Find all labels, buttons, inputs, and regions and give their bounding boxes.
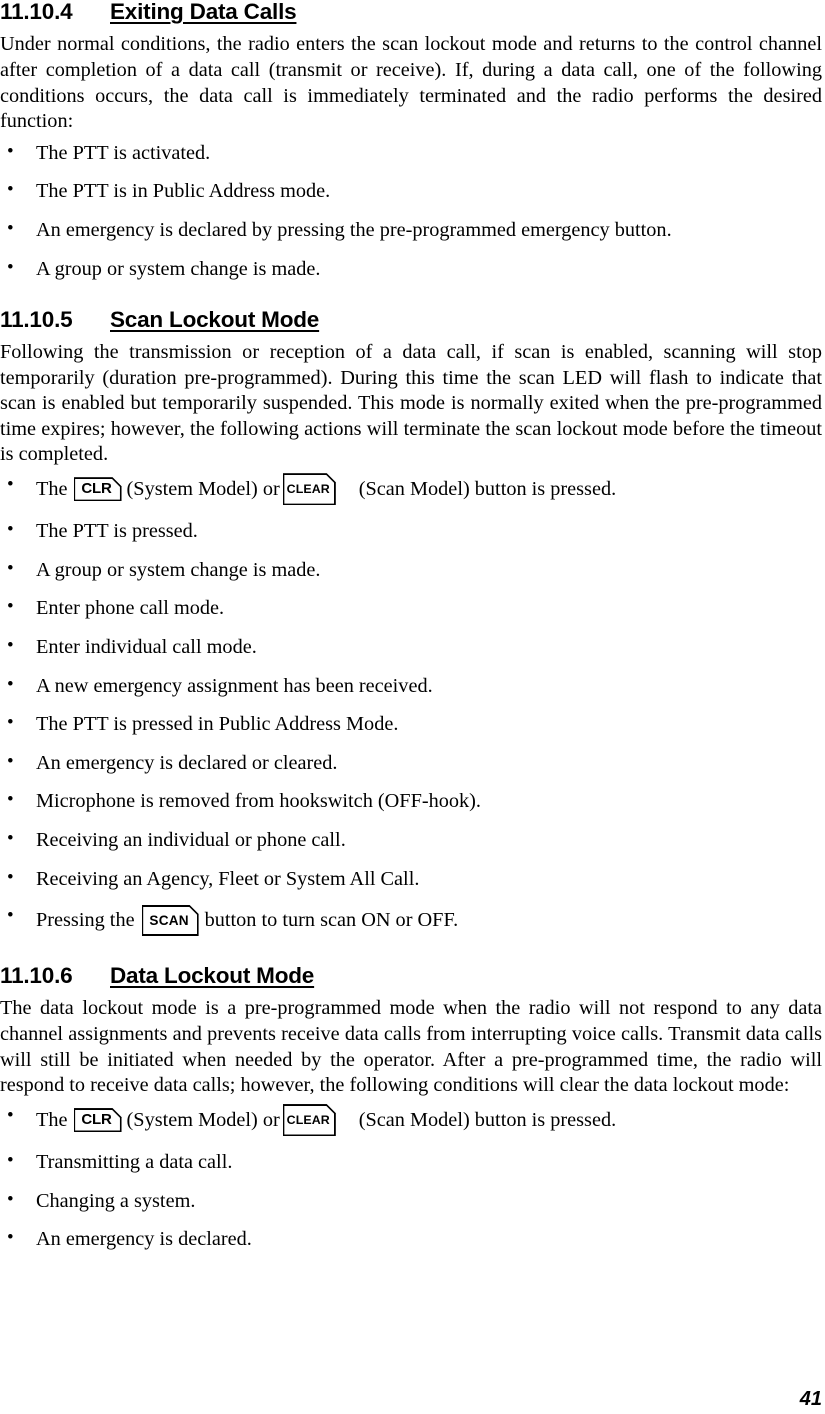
- section-paragraph-11-10-6: The data lockout mode is a pre-programme…: [0, 997, 822, 1097]
- section-number: 11.10.5: [0, 306, 73, 332]
- list-item-text-suffix: (Scan Model) button is pressed.: [358, 1108, 617, 1131]
- list-item-text-suffix: button to turn scan ON or OFF.: [204, 909, 459, 932]
- list-item: Receiving an Agency, Fleet or System All…: [0, 866, 823, 891]
- section-title: Exiting Data Calls: [110, 0, 297, 24]
- page-number: 41: [799, 1388, 822, 1410]
- list-item: The PTT is pressed in Public Address Mod…: [0, 711, 823, 736]
- list-item: The PTT is activated.: [0, 140, 823, 165]
- clr-key-label: CLR: [81, 480, 112, 498]
- list-item: An emergency is declared by pressing the…: [0, 217, 823, 242]
- section-paragraph-11-10-4: Under normal conditions, the radio enter…: [0, 33, 822, 133]
- list-item: Enter phone call mode.: [0, 595, 823, 620]
- list-item: Microphone is removed from hookswitch (O…: [0, 788, 823, 813]
- list-item: A new emergency assignment has been rece…: [0, 673, 823, 698]
- list-item: The PTT is in Public Address mode.: [0, 178, 823, 203]
- clr-key-label: CLR: [81, 1111, 112, 1129]
- section-heading-11-10-4: 11.10.4 Exiting Data Calls: [0, 0, 823, 23]
- list-item: An emergency is declared.: [0, 1226, 823, 1251]
- list-item: Receiving an individual or phone call.: [0, 827, 823, 852]
- clear-key-icon: CLEAR: [283, 1104, 336, 1136]
- list-item-scan: Pressing the SCAN button to turn scan ON o…: [0, 904, 823, 937]
- section-number: 11.10.4: [0, 0, 73, 24]
- list-item-clr-clear: The CLR (System Model) or CLEAR (Scan Model)…: [0, 1104, 823, 1137]
- scan-key-label: SCAN: [149, 913, 189, 929]
- list-item-text-prefix: The: [36, 1108, 68, 1131]
- list-item-text-prefix: The: [36, 477, 68, 500]
- section-heading-11-10-5: 11.10.5 Scan Lockout Mode: [0, 306, 823, 332]
- list-item: A group or system change is made.: [0, 256, 823, 281]
- list-item-text-middle: (System Model) or: [126, 477, 280, 500]
- list-item: A group or system change is made.: [0, 557, 823, 582]
- list-item-text-middle: (System Model) or: [126, 1108, 280, 1131]
- list-item: An emergency is declared or cleared.: [0, 750, 823, 775]
- bullet-list-11-10-6: The CLR (System Model) or CLEAR (Scan Model)…: [0, 1104, 823, 1252]
- list-item-clr-clear: The CLR (System Model) or CLEAR (Scan Model)…: [0, 473, 823, 506]
- clr-key-icon: CLR: [74, 1108, 122, 1132]
- section-heading-11-10-6: 11.10.6 Data Lockout Mode: [0, 963, 823, 989]
- list-item: The PTT is pressed.: [0, 518, 823, 543]
- clr-key-icon: CLR: [74, 477, 122, 501]
- clear-key-label: CLEAR: [286, 1113, 330, 1128]
- list-item: Transmitting a data call.: [0, 1149, 823, 1174]
- list-item: Enter individual call mode.: [0, 634, 823, 659]
- bullet-list-11-10-5: The CLR (System Model) or CLEAR (Scan Model)…: [0, 473, 823, 937]
- list-item: Changing a system.: [0, 1188, 823, 1213]
- section-number: 11.10.6: [0, 963, 73, 989]
- section-title: Data Lockout Mode: [110, 963, 315, 989]
- document-page: 11.10.4 Exiting Data Calls Under normal c…: [0, 0, 825, 1414]
- section-paragraph-11-10-5: Following the transmission or reception …: [0, 340, 822, 466]
- list-item-text-suffix: (Scan Model) button is pressed.: [358, 477, 617, 500]
- clear-key-label: CLEAR: [286, 482, 330, 497]
- clear-key-icon: CLEAR: [283, 473, 336, 505]
- list-item-text-prefix: Pressing the: [36, 909, 135, 932]
- scan-key-icon: SCAN: [142, 905, 199, 936]
- section-title: Scan Lockout Mode: [110, 306, 320, 332]
- bullet-list-11-10-4: The PTT is activated. The PTT is in Publ…: [0, 140, 823, 281]
